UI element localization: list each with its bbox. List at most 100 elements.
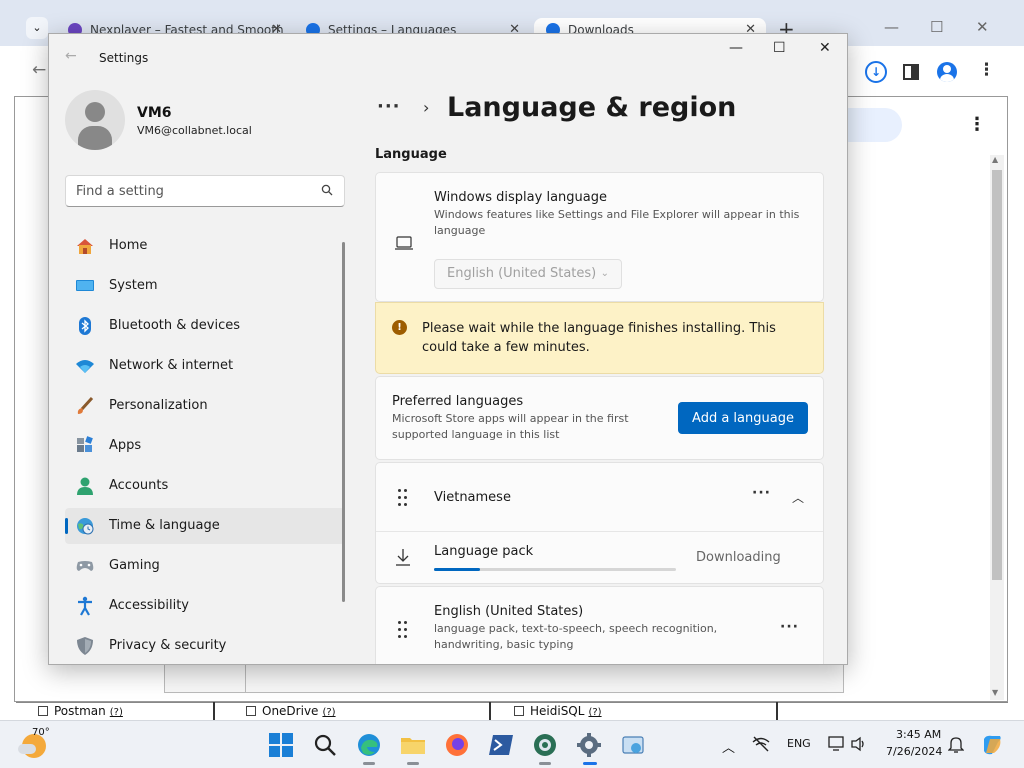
nav-item-system[interactable]: System bbox=[65, 268, 345, 304]
profile-icon[interactable] bbox=[937, 62, 957, 82]
search-input[interactable] bbox=[76, 182, 306, 200]
file-explorer-icon[interactable] bbox=[399, 731, 427, 759]
home-icon bbox=[77, 239, 93, 254]
browser-close-button[interactable]: ✕ bbox=[976, 18, 989, 36]
volume-icon[interactable] bbox=[850, 736, 868, 752]
list-divider bbox=[776, 702, 778, 720]
chevron-up-icon[interactable]: ︿ bbox=[792, 489, 804, 506]
brush-icon bbox=[77, 396, 94, 414]
display-language-description: Windows features like Settings and File … bbox=[434, 208, 800, 237]
minimize-button[interactable]: — bbox=[729, 40, 743, 56]
list-item[interactable]: HeidiSQL (?) bbox=[514, 702, 602, 720]
drag-handle-icon[interactable] bbox=[398, 489, 410, 507]
laptop-icon bbox=[395, 236, 413, 250]
chevron-down-icon: ⌄ bbox=[600, 268, 609, 279]
clock-date[interactable]: 7/26/2024 bbox=[886, 745, 942, 758]
language-pack-label: Language pack bbox=[434, 544, 534, 559]
globe-clock-icon bbox=[77, 518, 94, 535]
firefox-icon[interactable] bbox=[443, 731, 471, 759]
copilot-icon[interactable] bbox=[980, 733, 1004, 757]
network-disconnected-icon[interactable] bbox=[752, 736, 770, 752]
help-link[interactable]: (?) bbox=[588, 707, 601, 718]
scroll-down-arrow-icon[interactable]: ▼ bbox=[992, 688, 998, 697]
page-scrollbar-thumb[interactable] bbox=[992, 170, 1002, 580]
downloads-icon[interactable]: ↓ bbox=[865, 61, 887, 83]
breadcrumb-ellipsis[interactable]: ··· bbox=[377, 96, 401, 117]
divider bbox=[376, 531, 823, 532]
nav-scrollbar[interactable] bbox=[342, 242, 345, 602]
warning-text: Please wait while the language finishes … bbox=[422, 321, 776, 355]
nav-label: Apps bbox=[109, 438, 142, 453]
accessibility-icon bbox=[78, 596, 92, 616]
nav-label: Accounts bbox=[109, 478, 169, 493]
settings-gear-taskbar-icon[interactable] bbox=[575, 731, 603, 759]
network-app-icon[interactable] bbox=[531, 731, 559, 759]
display-language-dropdown[interactable]: English (United States) ⌄ bbox=[434, 259, 622, 289]
nav-item-network[interactable]: Network & internet bbox=[65, 348, 345, 384]
nav-item-gaming[interactable]: Gaming bbox=[65, 548, 345, 584]
page-title: Language & region bbox=[447, 92, 737, 123]
more-options-icon[interactable]: ··· bbox=[752, 485, 771, 501]
nav-item-personalization[interactable]: Personalization bbox=[65, 388, 345, 424]
input-language-indicator[interactable]: ENG bbox=[787, 737, 811, 750]
list-item[interactable]: OneDrive (?) bbox=[246, 702, 336, 720]
search-icon[interactable] bbox=[321, 184, 333, 196]
start-icon[interactable] bbox=[267, 731, 295, 759]
nav-item-accounts[interactable]: Accounts bbox=[65, 468, 345, 504]
browser-back-button[interactable]: ← bbox=[32, 60, 46, 80]
nav-item-time-language[interactable]: Time & language bbox=[65, 508, 345, 544]
close-button[interactable]: ✕ bbox=[819, 40, 831, 56]
download-progress-bar bbox=[434, 568, 676, 571]
checkbox[interactable] bbox=[514, 706, 524, 716]
maximize-button[interactable]: ☐ bbox=[773, 40, 786, 56]
side-panel-icon[interactable] bbox=[903, 64, 919, 80]
browser-minimize-button[interactable]: — bbox=[884, 18, 899, 36]
powershell-icon[interactable] bbox=[487, 731, 515, 759]
avatar[interactable] bbox=[65, 90, 125, 150]
nav-item-bluetooth[interactable]: Bluetooth & devices bbox=[65, 308, 345, 344]
downloads-search-field[interactable] bbox=[846, 108, 902, 142]
list-item[interactable]: Postman (?) bbox=[38, 702, 123, 720]
nav-item-privacy[interactable]: Privacy & security bbox=[65, 628, 345, 664]
background-app-list bbox=[16, 702, 1008, 720]
nav-label: Home bbox=[109, 238, 148, 253]
show-hidden-icons-chevron-icon[interactable]: ︿ bbox=[722, 737, 735, 756]
item-label: Postman bbox=[54, 704, 106, 718]
clock-time[interactable]: 3:45 AM bbox=[896, 728, 941, 741]
add-language-button[interactable]: Add a language bbox=[678, 402, 808, 434]
more-options-icon[interactable]: ··· bbox=[780, 619, 799, 635]
download-progress-fill bbox=[434, 568, 480, 571]
display-language-title: Windows display language bbox=[434, 190, 607, 205]
edge-icon[interactable] bbox=[355, 731, 383, 759]
language-features: language pack, text-to-speech, speech re… bbox=[434, 622, 718, 651]
tab-search-button[interactable]: ⌄ bbox=[26, 17, 48, 39]
back-arrow-icon[interactable]: ← bbox=[65, 48, 77, 64]
active-app-indicator bbox=[583, 762, 597, 765]
taskbar-search-icon[interactable] bbox=[311, 731, 339, 759]
gamepad-icon bbox=[76, 561, 94, 571]
list-divider bbox=[489, 702, 491, 720]
browser-menu-icon[interactable]: ⋮ bbox=[978, 60, 995, 80]
nav-item-home[interactable]: Home bbox=[65, 228, 345, 264]
nav-label: Bluetooth & devices bbox=[109, 318, 240, 333]
checkbox[interactable] bbox=[38, 706, 48, 716]
browser-maximize-button[interactable]: ☐ bbox=[930, 18, 943, 36]
help-link[interactable]: (?) bbox=[110, 707, 123, 718]
nav-item-accessibility[interactable]: Accessibility bbox=[65, 588, 345, 624]
shield-icon bbox=[77, 637, 93, 655]
nav-label: Time & language bbox=[109, 518, 220, 533]
help-link[interactable]: (?) bbox=[322, 707, 335, 718]
user-name: VM6 bbox=[137, 105, 172, 121]
drag-handle-icon[interactable] bbox=[398, 621, 410, 639]
section-label-language: Language bbox=[375, 147, 447, 162]
nav-item-apps[interactable]: Apps bbox=[65, 428, 345, 464]
app-running-indicator bbox=[539, 762, 551, 765]
notification-bell-icon[interactable] bbox=[948, 735, 964, 753]
find-setting-box[interactable] bbox=[65, 175, 345, 207]
preferred-languages-card: Preferred languages Microsoft Store apps… bbox=[375, 376, 824, 460]
control-panel-icon[interactable] bbox=[619, 731, 647, 759]
display-icon[interactable] bbox=[828, 736, 846, 752]
downloads-menu-icon[interactable]: ⋮ bbox=[968, 114, 986, 135]
checkbox[interactable] bbox=[246, 706, 256, 716]
scroll-up-arrow-icon[interactable]: ▲ bbox=[992, 155, 998, 164]
